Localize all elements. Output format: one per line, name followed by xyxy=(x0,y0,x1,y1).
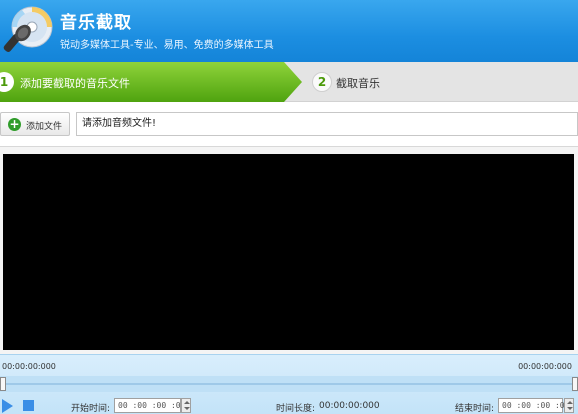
preview-frame xyxy=(0,146,578,358)
cd-microphone-icon xyxy=(3,6,53,53)
end-time-label: 结束时间: xyxy=(455,404,495,414)
timeline-start-time: 00:00:00:000 xyxy=(2,362,56,371)
step-cut-music[interactable]: 2 截取音乐 xyxy=(312,62,578,102)
end-time-spinner[interactable] xyxy=(564,398,574,413)
add-file-label: 添加文件 xyxy=(26,122,63,132)
step-label: 截取音乐 xyxy=(336,77,380,90)
timeline-panel: 00:00:00:000 00:00:00:000 开始时间: 00 :00 :… xyxy=(0,354,578,414)
step-add-file[interactable]: 1 添加要截取的音乐文件 xyxy=(0,62,302,102)
start-time-label: 开始时间: xyxy=(71,404,111,414)
file-path-field[interactable]: 请添加音频文件! xyxy=(76,112,578,136)
app-subtitle: 锐动多媒体工具-专业、易用、免费的多媒体工具 xyxy=(60,40,274,51)
app-window: 音乐截取 锐动多媒体工具-专业、易用、免费的多媒体工具 1 添加要截取的音乐文件… xyxy=(0,0,578,414)
start-handle[interactable] xyxy=(0,377,6,391)
end-time-field[interactable]: 00 :00 :00 :000 xyxy=(498,398,574,413)
duration-value: 00:00:00:000 xyxy=(319,401,380,411)
timeline-end-time: 00:00:00:000 xyxy=(518,362,572,371)
end-handle[interactable] xyxy=(572,377,578,391)
start-time-field[interactable]: 00 :00 :00 :000 xyxy=(114,398,190,413)
step-label: 添加要截取的音乐文件 xyxy=(20,77,130,90)
header: 音乐截取 锐动多媒体工具-专业、易用、免费的多媒体工具 xyxy=(0,0,578,62)
track-line xyxy=(0,383,578,385)
stop-icon[interactable] xyxy=(23,400,34,411)
app-title: 音乐截取 xyxy=(60,13,132,33)
preview-area xyxy=(3,154,574,350)
start-time-spinner[interactable] xyxy=(181,398,191,413)
play-icon[interactable] xyxy=(2,399,13,413)
playback-controls: 开始时间: 00 :00 :00 :000 时间长度: 00:00:00:000… xyxy=(0,396,578,414)
timeline-track[interactable] xyxy=(0,376,578,392)
step-bar: 1 添加要截取的音乐文件 2 截取音乐 xyxy=(0,62,578,102)
add-file-row: + 添加文件 请添加音频文件! xyxy=(0,102,578,146)
duration-label: 时间长度: xyxy=(276,404,316,414)
step-number: 2 xyxy=(312,72,332,92)
plus-circle-icon: + xyxy=(8,117,21,131)
add-file-button[interactable]: + 添加文件 xyxy=(0,112,70,136)
